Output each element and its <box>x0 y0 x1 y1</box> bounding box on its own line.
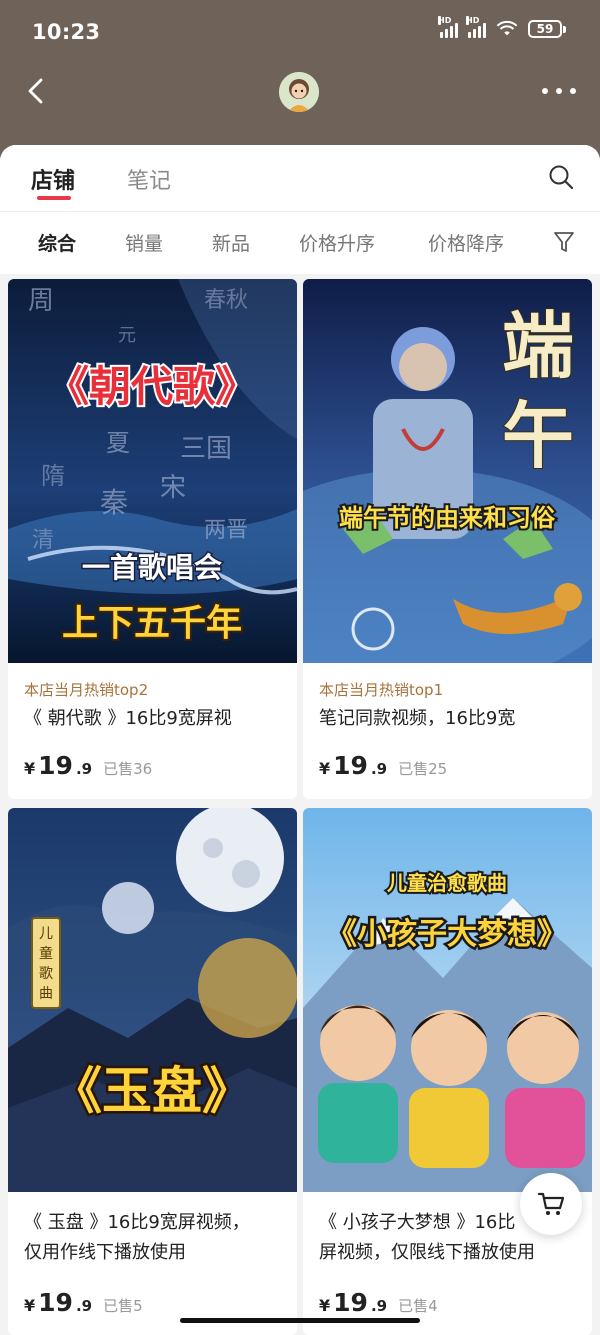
svg-text:上下五千年: 上下五千年 <box>62 603 242 644</box>
svg-text:曲: 曲 <box>39 986 53 1002</box>
price-integer: 19 <box>38 1288 73 1317</box>
svg-text:《小孩子大梦想》: 《小孩子大梦想》 <box>327 917 567 952</box>
price-row: ¥ 19 .9 已售25 <box>319 751 447 780</box>
back-arrow-icon[interactable] <box>22 76 52 106</box>
signal-icon-2: HD <box>466 16 486 38</box>
svg-text:一首歌唱会: 一首歌唱会 <box>82 551 222 584</box>
svg-text:童: 童 <box>39 945 53 962</box>
home-indicator[interactable] <box>180 1318 420 1323</box>
signal-icon: HD <box>438 16 458 38</box>
price-integer: 19 <box>333 751 368 780</box>
sort-price-asc[interactable]: 价格升序 <box>299 229 375 256</box>
svg-text:《玉盘》: 《玉盘》 <box>52 1062 252 1120</box>
status-bar: 10:23 HD HD 59 <box>0 0 600 64</box>
currency-symbol: ¥ <box>24 759 36 778</box>
svg-text:儿: 儿 <box>39 926 53 942</box>
product-card[interactable]: 儿童治愈歌曲 《小孩子大梦想》 《 小孩子大梦想 》16比 屏视频，仅限线下播放… <box>303 808 592 1335</box>
price-integer: 19 <box>333 1288 368 1317</box>
cart-button[interactable] <box>520 1173 582 1235</box>
svg-text:元: 元 <box>118 325 136 346</box>
price-row: ¥ 19 .9 已售5 <box>24 1288 143 1317</box>
product-image: 端 午 端午节的由来和习俗 <box>303 279 592 663</box>
tab-notes[interactable]: 笔记 <box>127 163 171 195</box>
battery-icon: 59 <box>528 20 566 38</box>
cart-icon <box>537 1192 565 1215</box>
svg-text:秦: 秦 <box>100 486 128 519</box>
product-title: 《 玉盘 》16比9宽屏视频， <box>24 1212 250 1233</box>
hot-label: 本店当月热销top1 <box>319 681 444 699</box>
price-row: ¥ 19 .9 已售36 <box>24 751 152 780</box>
currency-symbol: ¥ <box>319 759 331 778</box>
svg-text:周: 周 <box>28 286 54 316</box>
svg-text:端: 端 <box>502 303 574 388</box>
sort-price-desc[interactable]: 价格降序 <box>428 229 504 256</box>
product-title-line2: 屏视频，仅限线下播放使用 <box>319 1242 535 1263</box>
price-decimal: .9 <box>370 760 388 778</box>
svg-text:端午节的由来和习俗: 端午节的由来和习俗 <box>339 504 556 532</box>
price-decimal: .9 <box>75 760 93 778</box>
svg-text:儿童治愈歌曲: 儿童治愈歌曲 <box>386 871 507 895</box>
sold-count: 已售5 <box>103 1297 143 1315</box>
price-row: ¥ 19 .9 已售4 <box>319 1288 438 1317</box>
svg-text:三国: 三国 <box>180 434 232 464</box>
price-decimal: .9 <box>370 1297 388 1315</box>
more-dots-icon[interactable] <box>542 78 576 104</box>
top-header: 10:23 HD HD 59 <box>0 0 600 160</box>
search-icon[interactable] <box>548 164 574 190</box>
svg-text:宋: 宋 <box>160 473 186 503</box>
product-title-line2: 仅用作线下播放使用 <box>24 1242 186 1263</box>
filter-icon[interactable] <box>553 230 575 254</box>
product-card[interactable]: 周 元 秦 三国 宋 隋 夏 两晋 清 春秋 《朝代歌》 一首歌唱会 上下五千年… <box>8 279 297 799</box>
product-image: 周 元 秦 三国 宋 隋 夏 两晋 清 春秋 《朝代歌》 一首歌唱会 上下五千年 <box>8 279 297 663</box>
svg-text:夏: 夏 <box>106 429 130 457</box>
wifi-icon <box>496 20 518 36</box>
product-card[interactable]: 端 午 端午节的由来和习俗 本店当月热销top1 笔记同款视频，16比9宽 ¥ … <box>303 279 592 799</box>
svg-text:两晋: 两晋 <box>204 518 248 543</box>
svg-text:清: 清 <box>32 528 54 553</box>
hot-label: 本店当月热销top2 <box>24 681 149 699</box>
product-card[interactable]: 儿 童 歌 曲 《玉盘》 《 玉盘 》16比9宽屏视频， 仅用作线下播放使用 ¥… <box>8 808 297 1335</box>
svg-text:歌: 歌 <box>39 966 53 982</box>
sort-bar: 综合 销量 新品 价格升序 价格降序 <box>0 212 600 274</box>
tab-store[interactable]: 店铺 <box>31 163 75 195</box>
product-title: 笔记同款视频，16比9宽 <box>319 708 516 729</box>
avatar[interactable] <box>279 72 319 112</box>
currency-symbol: ¥ <box>319 1296 331 1315</box>
tab-active-indicator <box>37 196 71 200</box>
sold-count: 已售36 <box>103 760 153 778</box>
sort-new[interactable]: 新品 <box>212 229 250 256</box>
price-decimal: .9 <box>75 1297 93 1315</box>
currency-symbol: ¥ <box>24 1296 36 1315</box>
svg-text:隋: 隋 <box>41 462 65 490</box>
svg-text:春秋: 春秋 <box>204 288 248 313</box>
store-sheet: 店铺 笔记 综合 销量 新品 价格升序 价格降序 周 元 秦 三国 宋 隋 夏 … <box>0 145 600 1335</box>
nav-row <box>0 64 600 124</box>
sold-count: 已售25 <box>398 760 448 778</box>
sort-sales[interactable]: 销量 <box>125 229 163 256</box>
product-image: 儿童治愈歌曲 《小孩子大梦想》 <box>303 808 592 1192</box>
product-image: 儿 童 歌 曲 《玉盘》 <box>8 808 297 1192</box>
svg-text:《朝代歌》: 《朝代歌》 <box>47 362 257 411</box>
svg-text:午: 午 <box>502 393 574 478</box>
tab-bar: 店铺 笔记 <box>0 145 600 212</box>
sold-count: 已售4 <box>398 1297 438 1315</box>
status-icons: HD HD 59 <box>438 16 566 38</box>
product-title: 《 朝代歌 》16比9宽屏视 <box>24 708 232 729</box>
price-integer: 19 <box>38 751 73 780</box>
sort-comprehensive[interactable]: 综合 <box>38 229 76 256</box>
status-time: 10:23 <box>32 20 101 44</box>
